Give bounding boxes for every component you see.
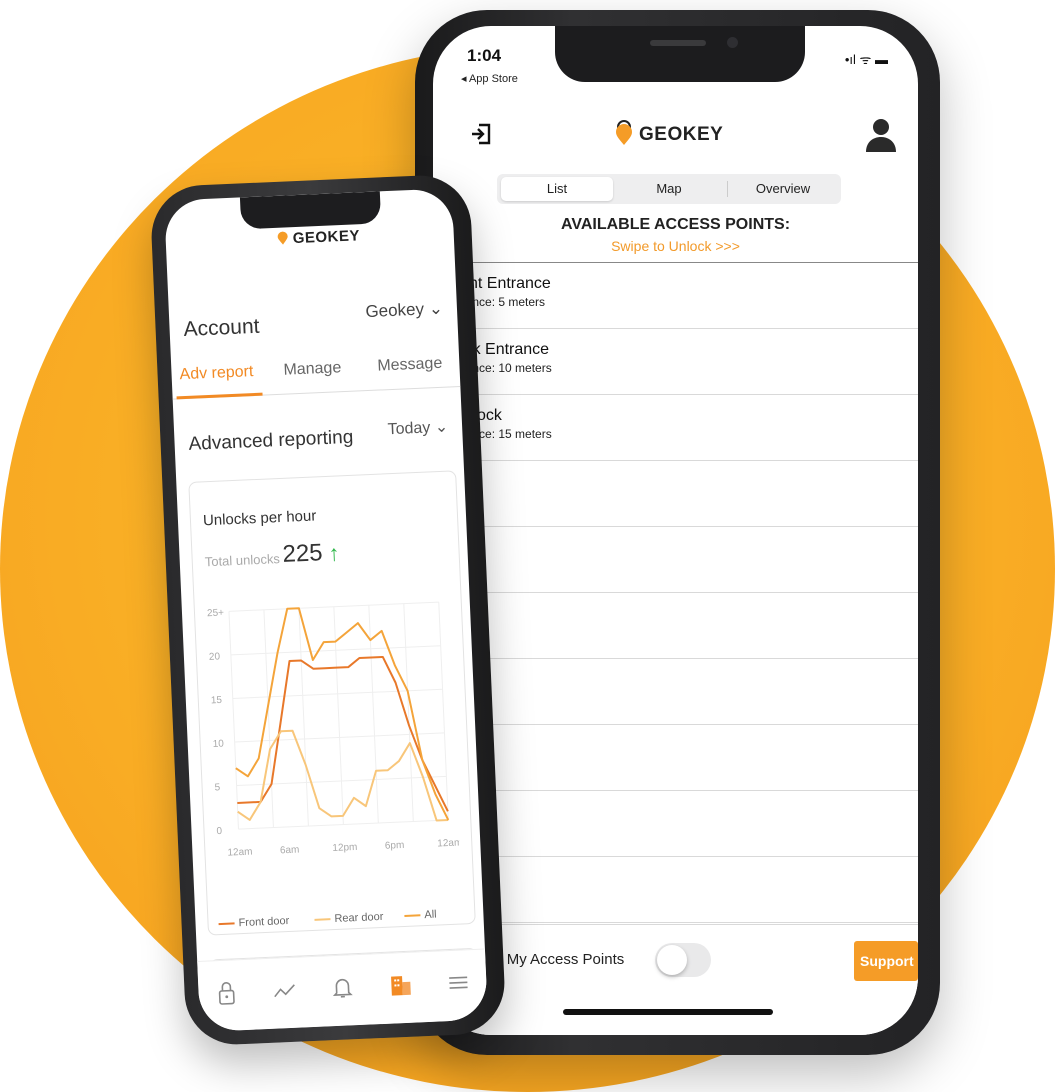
view-segmented-control: List Map Overview xyxy=(497,174,841,204)
y-tick-label: 5 xyxy=(214,782,220,793)
account-selector[interactable]: Geokey ⌄ xyxy=(365,299,443,322)
notch xyxy=(555,26,805,82)
notch xyxy=(239,191,382,230)
camera xyxy=(727,37,738,48)
front-phone: GEOKEY Account Geokey ⌄ Adv report Manag… xyxy=(149,173,507,1047)
x-tick-label: 12am xyxy=(227,847,252,859)
gridline-vertical xyxy=(438,602,449,820)
empty-row xyxy=(433,791,918,857)
unlocks-line-chart: 0 5 10 15 20 25+ 12am 6am 12pm 6pm 12am xyxy=(207,601,461,859)
empty-row xyxy=(433,527,918,593)
access-point-list: Front Entrance Distance: 5 meters Back E… xyxy=(433,262,918,989)
app-header: GEOKEY xyxy=(433,106,918,162)
empty-row xyxy=(433,857,918,923)
y-tick-label: 20 xyxy=(209,651,221,662)
y-tick-label: 0 xyxy=(216,826,222,837)
x-tick-label: 12pm xyxy=(332,842,357,854)
segment-map[interactable]: Map xyxy=(613,177,725,201)
status-icons: •ıl ᯤ ▬ xyxy=(844,52,888,67)
trend-up-icon: ↑ xyxy=(327,540,341,566)
geokey-pin-icon xyxy=(616,120,632,145)
total-unlocks-label: Total unlocks xyxy=(204,551,281,570)
empty-row xyxy=(433,593,918,659)
account-label: Account xyxy=(183,314,260,342)
x-tick-label: 6pm xyxy=(385,840,405,852)
tab-message[interactable]: Message xyxy=(377,355,443,376)
lock-icon[interactable] xyxy=(212,978,241,1007)
chart-legend: Front door Rear door All xyxy=(218,907,468,929)
back-phone-screen: 1:04 ◂ App Store •ıl ᯤ ▬ GEOKEY List Map xyxy=(433,26,918,1035)
active-tab-indicator xyxy=(176,392,263,400)
report-tabs: Adv report Manage Message xyxy=(170,346,461,400)
geokey-logo: GEOKEY xyxy=(275,226,360,248)
legend-front-door: Front door xyxy=(218,914,290,930)
logo-text: GEOKEY xyxy=(639,124,724,145)
geokey-logo: GEOKEY xyxy=(613,120,723,146)
support-button[interactable]: Support xyxy=(854,941,918,981)
legend-rear-door: Rear door xyxy=(314,910,384,926)
y-tick-label: 25+ xyxy=(207,608,225,620)
segment-overview[interactable]: Overview xyxy=(727,177,839,201)
bottom-nav xyxy=(197,948,489,1032)
front-phone-screen: GEOKEY Account Geokey ⌄ Adv report Manag… xyxy=(163,188,489,1032)
home-indicator xyxy=(563,1009,773,1015)
unlocks-card: Unlocks per hour Total unlocks 225 ↑ 0 5 1… xyxy=(188,470,476,936)
status-time: 1:04 xyxy=(467,46,502,65)
legend-label: All xyxy=(424,908,437,922)
logo-text: GEOKEY xyxy=(292,227,361,248)
empty-row xyxy=(433,461,918,527)
list-item[interactable]: Front Entrance Distance: 5 meters xyxy=(433,263,918,329)
date-range-selector[interactable]: Today ⌄ xyxy=(387,417,448,440)
toggle-knob xyxy=(657,945,687,975)
segment-list[interactable]: List xyxy=(501,177,613,201)
speaker xyxy=(650,40,706,46)
y-tick-label: 15 xyxy=(211,695,223,706)
x-tick-label: 6am xyxy=(280,844,300,856)
back-to-app-store[interactable]: ◂ App Store xyxy=(461,72,518,85)
gridline-vertical xyxy=(228,611,239,830)
total-unlocks-value: 225 xyxy=(281,539,324,568)
swipe-hint: Swipe to Unlock >>> xyxy=(611,238,740,254)
menu-icon[interactable] xyxy=(444,968,473,997)
user-profile-icon[interactable] xyxy=(864,116,898,152)
list-item[interactable]: Back Entrance Distance: 10 meters xyxy=(433,329,918,395)
x-tick-label: 12am xyxy=(437,837,461,849)
geokey-pin-icon xyxy=(277,231,288,245)
list-item[interactable]: Padlock Distance: 15 meters xyxy=(433,395,918,461)
bell-icon[interactable] xyxy=(328,973,357,1002)
empty-row xyxy=(433,725,918,791)
building-icon[interactable] xyxy=(386,971,415,1000)
tab-adv-report[interactable]: Adv report xyxy=(179,363,254,384)
y-tick-label: 10 xyxy=(213,738,225,749)
list-title: AVAILABLE ACCESS POINTS: xyxy=(560,216,791,233)
chart-icon[interactable] xyxy=(270,976,299,1005)
legend-all: All xyxy=(404,909,437,922)
card-title: Unlocks per hour xyxy=(202,507,317,530)
legend-label: Rear door xyxy=(334,910,384,926)
tab-manage[interactable]: Manage xyxy=(283,359,342,380)
empty-row xyxy=(433,659,918,725)
legend-label: Front door xyxy=(238,914,290,930)
show-all-toggle[interactable] xyxy=(655,943,711,977)
section-title: Advanced reporting xyxy=(188,426,354,455)
logout-icon[interactable] xyxy=(469,122,493,146)
